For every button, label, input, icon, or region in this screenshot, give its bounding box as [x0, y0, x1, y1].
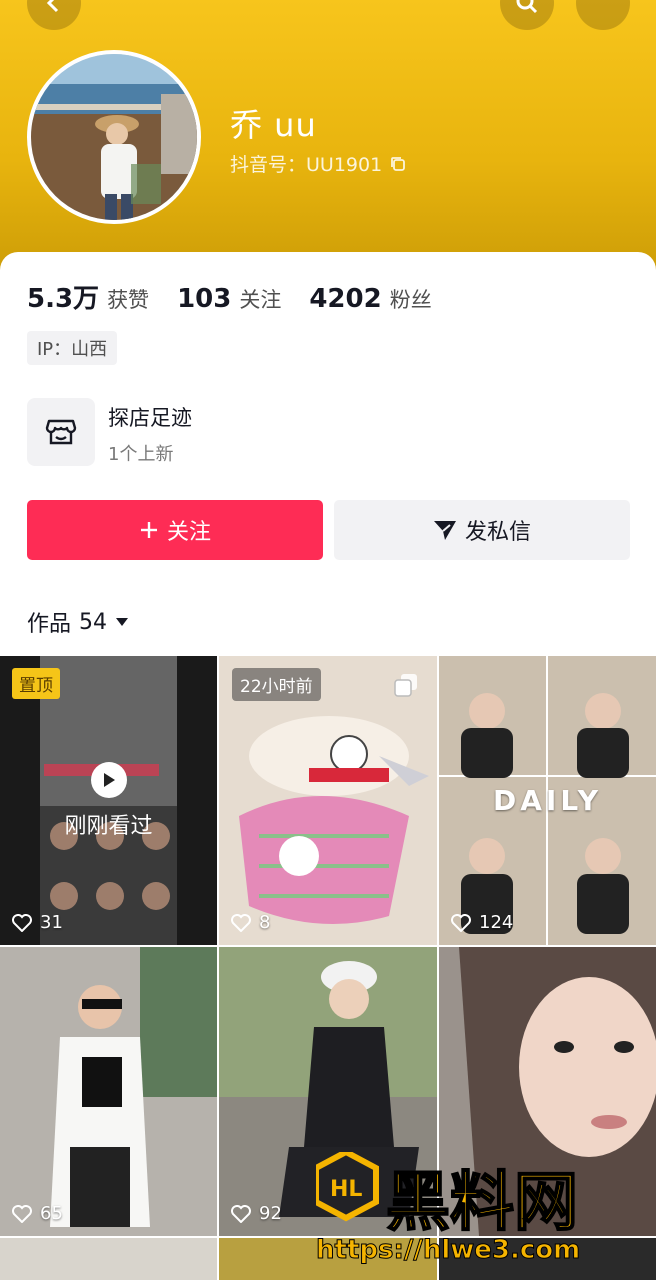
copy-icon[interactable] — [390, 156, 406, 172]
store-footprint-entry[interactable] — [27, 398, 95, 466]
search-icon — [516, 0, 538, 14]
like-count-value: 8 — [259, 912, 271, 933]
heart-icon — [12, 913, 32, 932]
followers-count[interactable]: 4202 — [309, 284, 381, 314]
video-tile[interactable] — [0, 1238, 217, 1280]
dropdown-triangle-icon — [116, 618, 129, 626]
like-count: 8 — [231, 912, 270, 933]
heart-icon — [451, 913, 471, 932]
watermark-text: 黑料网 — [386, 1166, 578, 1240]
likes-label: 获赞 — [107, 288, 150, 312]
stats-row: 5.3万 获赞 103 关注 4202 粉丝 — [27, 278, 460, 315]
like-count: 31 — [12, 912, 63, 933]
follow-label: 关注 — [166, 520, 211, 545]
video-caption: DAILY — [493, 784, 603, 817]
video-tile[interactable]: 65 — [0, 947, 217, 1236]
like-count: 92 — [231, 1203, 282, 1224]
store-subtitle: 1个上新 — [108, 444, 174, 465]
pinned-badge: 置顶 — [12, 668, 60, 699]
following-label[interactable]: 关注 — [239, 284, 281, 314]
works-tab-label: 作品 — [27, 612, 72, 637]
back-arrow-icon — [46, 0, 59, 13]
follow-button[interactable]: 关注 — [27, 500, 323, 560]
heart-icon — [12, 1204, 32, 1223]
like-count: 124 — [451, 912, 513, 933]
heart-icon — [231, 913, 251, 932]
like-count-value: 31 — [40, 912, 63, 933]
store-icon — [45, 419, 77, 445]
post-time-badge: 22小时前 — [232, 668, 321, 701]
likes-count: 5.3万 — [27, 284, 100, 314]
play-icon — [90, 761, 127, 798]
like-count-value: 65 — [40, 1203, 63, 1224]
send-icon — [433, 521, 456, 540]
video-tile-pinned[interactable]: 刚刚看过 置顶 31 — [0, 656, 217, 945]
avatar-photo — [31, 54, 197, 220]
message-label: 发私信 — [464, 520, 531, 545]
svg-text:HL: HL — [330, 1177, 362, 1202]
like-count-value: 124 — [479, 912, 514, 933]
plus-icon — [140, 522, 157, 538]
like-count-value: 92 — [259, 1203, 282, 1224]
heart-icon — [231, 1204, 251, 1223]
nickname: 乔 uu — [230, 106, 317, 144]
douyin-id-text: 抖音号：UU1901 — [230, 154, 383, 176]
ip-location-tag: IP：山西 — [27, 331, 118, 365]
following-count[interactable]: 103 — [177, 284, 231, 314]
avatar[interactable] — [27, 50, 201, 224]
douyin-id: 抖音号：UU1901 — [230, 150, 406, 177]
message-button[interactable]: 发私信 — [334, 500, 630, 560]
store-title[interactable]: 探店足迹 — [108, 402, 192, 432]
multi-image-icon — [394, 674, 417, 697]
watermark-logo: HL 黑料网 https://hlwe3.com — [313, 1148, 581, 1266]
followers-label[interactable]: 粉丝 — [390, 284, 432, 314]
watermark-url: https://hlwe3.com — [316, 1235, 580, 1265]
recently-watched-label: 刚刚看过 — [64, 813, 153, 839]
video-tile[interactable]: DAILY 124 — [439, 656, 656, 945]
works-count: 54 — [79, 609, 108, 635]
like-count: 65 — [12, 1203, 63, 1224]
watermark: HL 黑料网 https://hlwe3.com — [313, 1148, 646, 1268]
works-tab[interactable]: 作品 54 — [27, 606, 129, 638]
recently-watched-overlay: 刚刚看过 — [0, 656, 217, 945]
video-thumbnail — [0, 947, 217, 1236]
